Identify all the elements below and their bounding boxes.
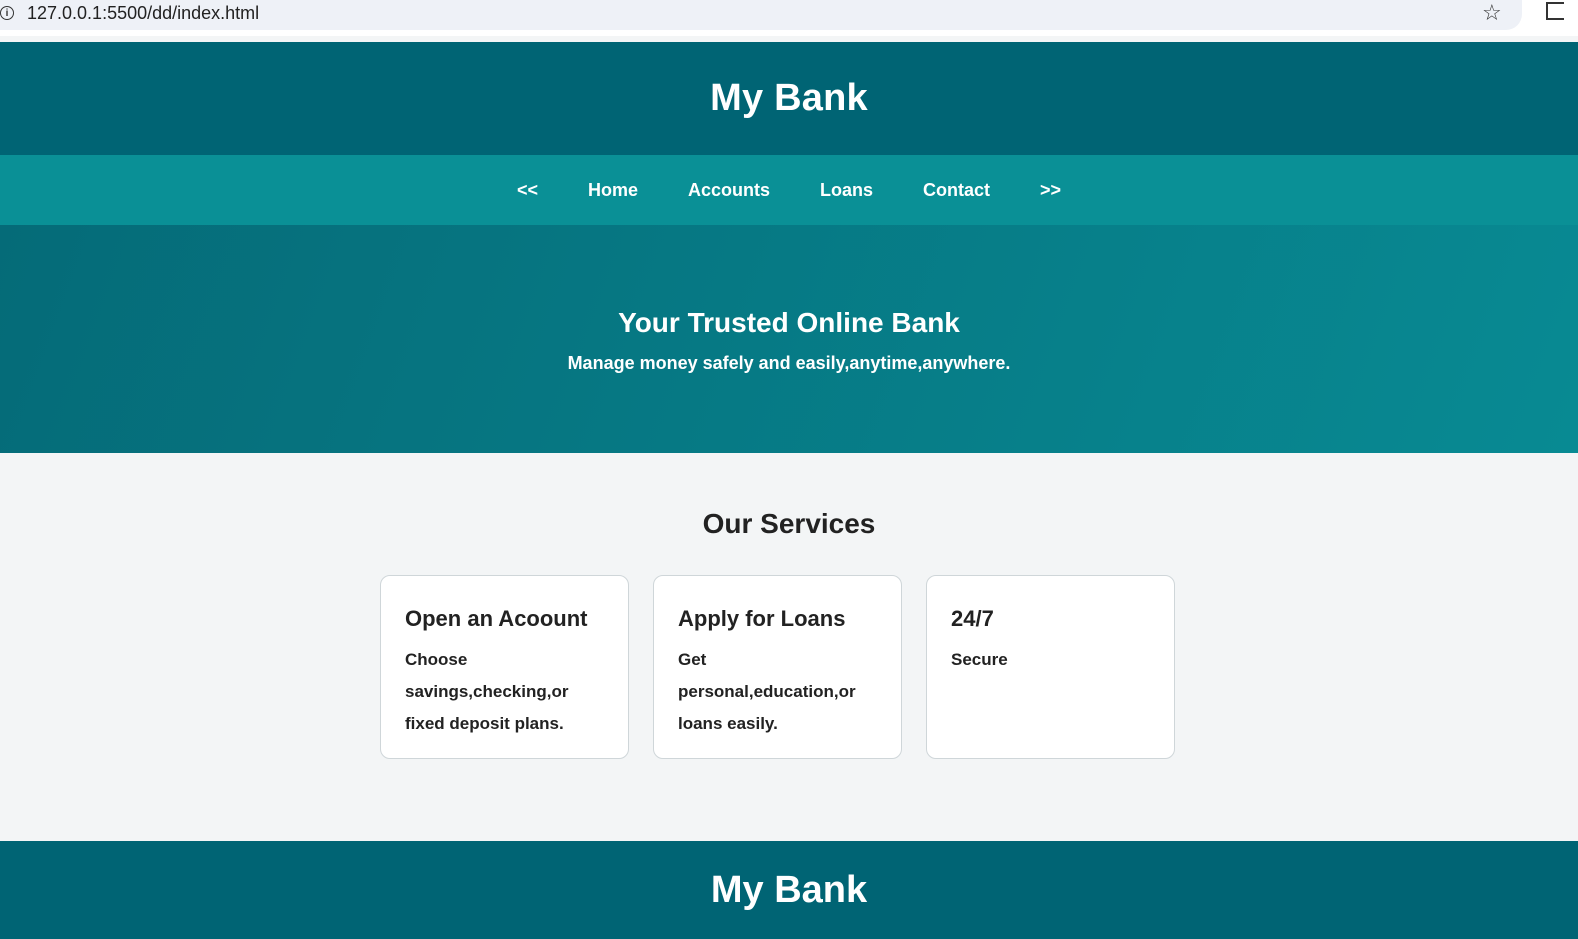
address-bar[interactable]: i 127.0.0.1:5500/dd/index.html bbox=[0, 0, 1522, 30]
service-card-title: 24/7 bbox=[951, 606, 994, 631]
service-card-title: Open an Acoount bbox=[405, 606, 588, 631]
hero-subtitle: Manage money safely and easily,anytime,a… bbox=[567, 353, 1011, 373]
hero-banner: Your Trusted Online Bank Manage money sa… bbox=[0, 225, 1578, 453]
nav-home[interactable]: Home bbox=[588, 180, 638, 201]
services-heading: Our Services bbox=[702, 508, 876, 539]
nav-prev[interactable]: << bbox=[517, 180, 538, 201]
site-title: My Bank bbox=[710, 77, 868, 119]
service-card-text: Get personal,education,or loans easily. bbox=[678, 650, 856, 733]
browser-toolbar: i 127.0.0.1:5500/dd/index.html ☆ bbox=[0, 0, 1578, 36]
nav-accounts[interactable]: Accounts bbox=[688, 180, 770, 201]
nav-next[interactable]: >> bbox=[1040, 180, 1061, 201]
info-icon[interactable]: i bbox=[0, 6, 14, 20]
service-card-open-account: Open an Acoount Choose savings,checking,… bbox=[380, 575, 629, 759]
service-card-loans: Apply for Loans Get personal,education,o… bbox=[653, 575, 902, 759]
nav-contact[interactable]: Contact bbox=[923, 180, 990, 201]
star-icon[interactable]: ☆ bbox=[1482, 1, 1502, 26]
footer-title: My Bank bbox=[710, 868, 868, 911]
service-card-24-7: 24/7 Secure bbox=[926, 575, 1175, 759]
service-card-text: Secure bbox=[951, 650, 1008, 669]
site-footer: My Bank bbox=[0, 841, 1578, 939]
url-text[interactable]: 127.0.0.1:5500/dd/index.html bbox=[27, 3, 259, 24]
site-header: My Bank bbox=[0, 42, 1578, 155]
main-nav: << Home Accounts Loans Contact >> bbox=[0, 155, 1578, 225]
extension-icon[interactable] bbox=[1546, 2, 1564, 20]
service-card-text: Choose savings,checking,or fixed deposit… bbox=[405, 650, 569, 733]
hero-title: Your Trusted Online Bank bbox=[618, 307, 960, 338]
service-card-title: Apply for Loans bbox=[678, 606, 846, 631]
nav-loans[interactable]: Loans bbox=[820, 180, 873, 201]
